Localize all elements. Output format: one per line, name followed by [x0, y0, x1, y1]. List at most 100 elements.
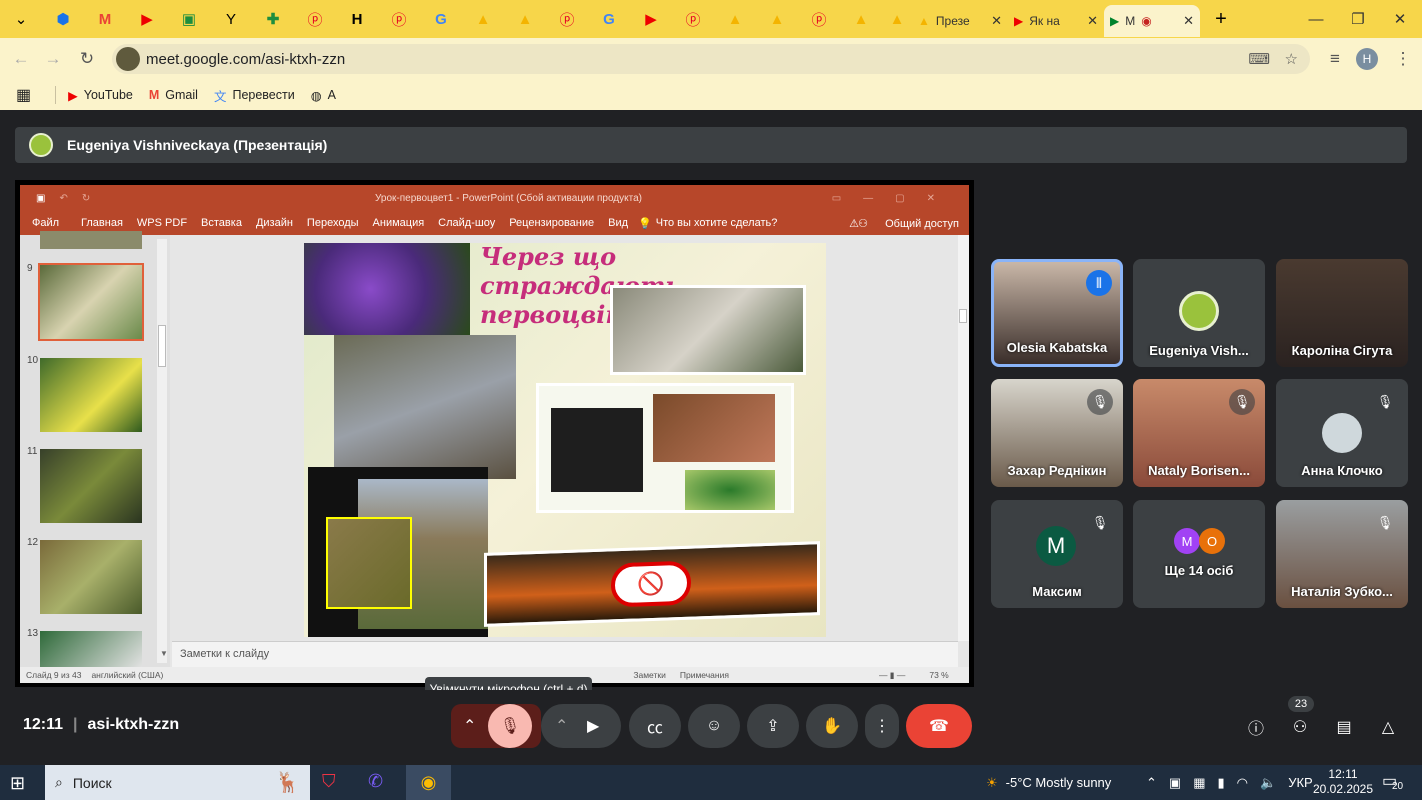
notifications-button[interactable]: ▭ 20	[1382, 771, 1403, 792]
apps-grid-icon[interactable]: ▦	[16, 85, 31, 105]
translate-icon[interactable]: ⌨	[1248, 50, 1270, 68]
media-controls-button[interactable]: ≡	[1322, 46, 1348, 72]
new-tab-button[interactable]: +	[1200, 4, 1242, 34]
present-button[interactable]: ⇪	[747, 704, 799, 748]
bookmark-gmail[interactable]: M Gmail	[149, 88, 198, 102]
brave-icon[interactable]: ⛉	[322, 771, 350, 795]
url-field[interactable]: meet.google.com/asi-ktxh-zzn ⌨ ☆	[112, 44, 1310, 74]
green-app-icon: ▣	[181, 11, 197, 28]
participant-tile[interactable]: 🎙 M Максим	[991, 500, 1123, 608]
camera-icon[interactable]: ▶	[587, 716, 599, 736]
bookmark-translate[interactable]: 文 Перевести	[214, 86, 295, 105]
tell-me-box: Что вы хотите сделать?	[655, 217, 778, 229]
chat-button[interactable]: ▤	[1331, 714, 1357, 740]
mic-off-button[interactable]: 🎙	[488, 704, 532, 748]
tab-pinned[interactable]: ▲	[714, 4, 756, 34]
start-button[interactable]: ⊞	[10, 773, 25, 794]
device-icon[interactable]: ▣	[1169, 775, 1181, 791]
chevron-up-icon[interactable]: ⌃	[555, 716, 568, 736]
tab-pinned[interactable]: ⓟ	[672, 4, 714, 34]
raise-hand-button[interactable]: ✋	[806, 704, 858, 748]
tab-search-button[interactable]: ⌄	[0, 4, 42, 34]
chevron-up-icon[interactable]: ⌃	[463, 716, 476, 736]
tab-pinned[interactable]: G	[420, 4, 462, 34]
bookmark-a[interactable]: ◍ A	[311, 88, 336, 103]
weather-widget[interactable]: ☀ -5°C Mostly sunny	[986, 765, 1111, 800]
participant-name: Захар Реднікин	[1007, 463, 1107, 478]
emoji-icon: ☺	[705, 717, 723, 734]
profile-avatar[interactable]: H	[1356, 48, 1378, 70]
activities-button[interactable]: △	[1375, 714, 1401, 740]
taskbar-search[interactable]: ⌕ Поиск 🦌	[45, 765, 310, 800]
tab-pinned[interactable]: H	[336, 4, 378, 34]
chevron-up-icon[interactable]: ⌃	[1146, 775, 1157, 791]
meeting-details-button[interactable]: ⓘ	[1243, 714, 1269, 740]
tab-meet-active[interactable]: ▶ М ◉ ✕	[1104, 5, 1200, 37]
ribbon-design: Дизайн	[255, 217, 293, 229]
participant-tile[interactable]: 🎙 Анна Клочко	[1276, 379, 1408, 487]
close-tab-icon[interactable]: ✕	[1183, 13, 1194, 29]
tab-pinned[interactable]: ▲	[462, 4, 504, 34]
divider	[55, 86, 57, 104]
participant-tile[interactable]: ⦀ Olesia Kabatska	[991, 259, 1123, 367]
leave-call-button[interactable]: ☎	[906, 704, 972, 748]
tree-photo	[685, 470, 775, 510]
participant-tile[interactable]: 🎙 Наталія Зубко...	[1276, 500, 1408, 608]
tab-pinned[interactable]: ▶	[126, 4, 168, 34]
battery-icon[interactable]: ▮	[1218, 775, 1225, 791]
deforestation-collage	[536, 383, 794, 513]
tab-pinned[interactable]: ⬢	[42, 4, 84, 34]
language-indicator[interactable]: УКР	[1288, 775, 1313, 790]
tab-pinned[interactable]: ⓟ	[546, 4, 588, 34]
gmail-icon: M	[98, 10, 112, 28]
tab-pinned[interactable]: ▲	[882, 4, 912, 34]
more-options-button[interactable]: ⋮	[865, 704, 899, 748]
site-info-icon[interactable]	[116, 47, 140, 71]
maximize-button[interactable]: ❐	[1336, 0, 1380, 38]
presenter-name: Eugeniya Vishniveckaya (Презентація)	[67, 137, 328, 153]
minimize-button[interactable]: —	[1294, 0, 1338, 38]
back-button[interactable]: ←	[8, 46, 34, 72]
volume-icon[interactable]: 🔈	[1260, 775, 1276, 791]
tab-pinned[interactable]: ⓟ	[798, 4, 840, 34]
people-button[interactable]: ⚇ 23	[1287, 696, 1314, 740]
wifi-icon[interactable]: ◠	[1237, 775, 1248, 791]
close-tab-icon[interactable]: ✕	[991, 13, 1002, 29]
slides-icon: ▲	[769, 10, 785, 28]
close-tab-icon[interactable]: ✕	[1087, 13, 1098, 29]
participant-tile[interactable]: Eugeniya Vish...	[1133, 259, 1265, 367]
tab-pinned[interactable]: ▲	[840, 4, 882, 34]
tab-pinned[interactable]: ⓟ	[378, 4, 420, 34]
tab-presentation[interactable]: ▲ Презе ✕	[912, 5, 1008, 37]
participant-tile[interactable]: 🎙 Захар Реднікин	[991, 379, 1123, 487]
slide-number: 12	[27, 537, 39, 548]
tab-pinned[interactable]: M	[84, 4, 126, 34]
participant-tile[interactable]: 🎙 Nataly Borisen...	[1133, 379, 1265, 487]
participant-tile-overflow[interactable]: M O Ще 14 осіб	[1133, 500, 1265, 608]
captions-button[interactable]: ㏄	[629, 704, 681, 748]
tab-pinned[interactable]: ▲	[756, 4, 798, 34]
tab-pinned[interactable]: G	[588, 4, 630, 34]
tab-pinned[interactable]: ▶	[630, 4, 672, 34]
tab-pinned[interactable]: ▣	[168, 4, 210, 34]
close-window-button[interactable]: ✕	[1378, 0, 1422, 38]
shared-screen[interactable]: ▣ ↶ ↻ Урок-первоцвет1 - PowerPoint (Сбой…	[15, 180, 974, 687]
chrome-icon[interactable]: ◉	[406, 765, 451, 800]
tab-pinned[interactable]: ✚	[252, 4, 294, 34]
tab-youtube[interactable]: ▶ Як на ✕	[1008, 5, 1104, 37]
reactions-button[interactable]: ☺	[688, 704, 740, 748]
network-icon[interactable]: ▦	[1193, 775, 1205, 791]
reload-button[interactable]: ↻	[74, 46, 100, 72]
viber-icon[interactable]: ✆	[368, 771, 396, 795]
bookmark-youtube[interactable]: ▶ YouTube	[68, 88, 133, 103]
tab-pinned[interactable]: ⓟ	[294, 4, 336, 34]
forward-button[interactable]: →	[40, 46, 66, 72]
clock[interactable]: 12:11 20.02.2025	[1312, 767, 1374, 797]
participant-tile[interactable]: Кароліна Сігута	[1276, 259, 1408, 367]
tab-pinned[interactable]: ▲	[504, 4, 546, 34]
arrow-right-icon: →	[44, 49, 62, 68]
star-icon[interactable]: ☆	[1285, 50, 1298, 68]
menu-button[interactable]: ⋮	[1390, 46, 1416, 72]
tree-illustration	[551, 408, 643, 492]
tab-pinned[interactable]: Y	[210, 4, 252, 34]
